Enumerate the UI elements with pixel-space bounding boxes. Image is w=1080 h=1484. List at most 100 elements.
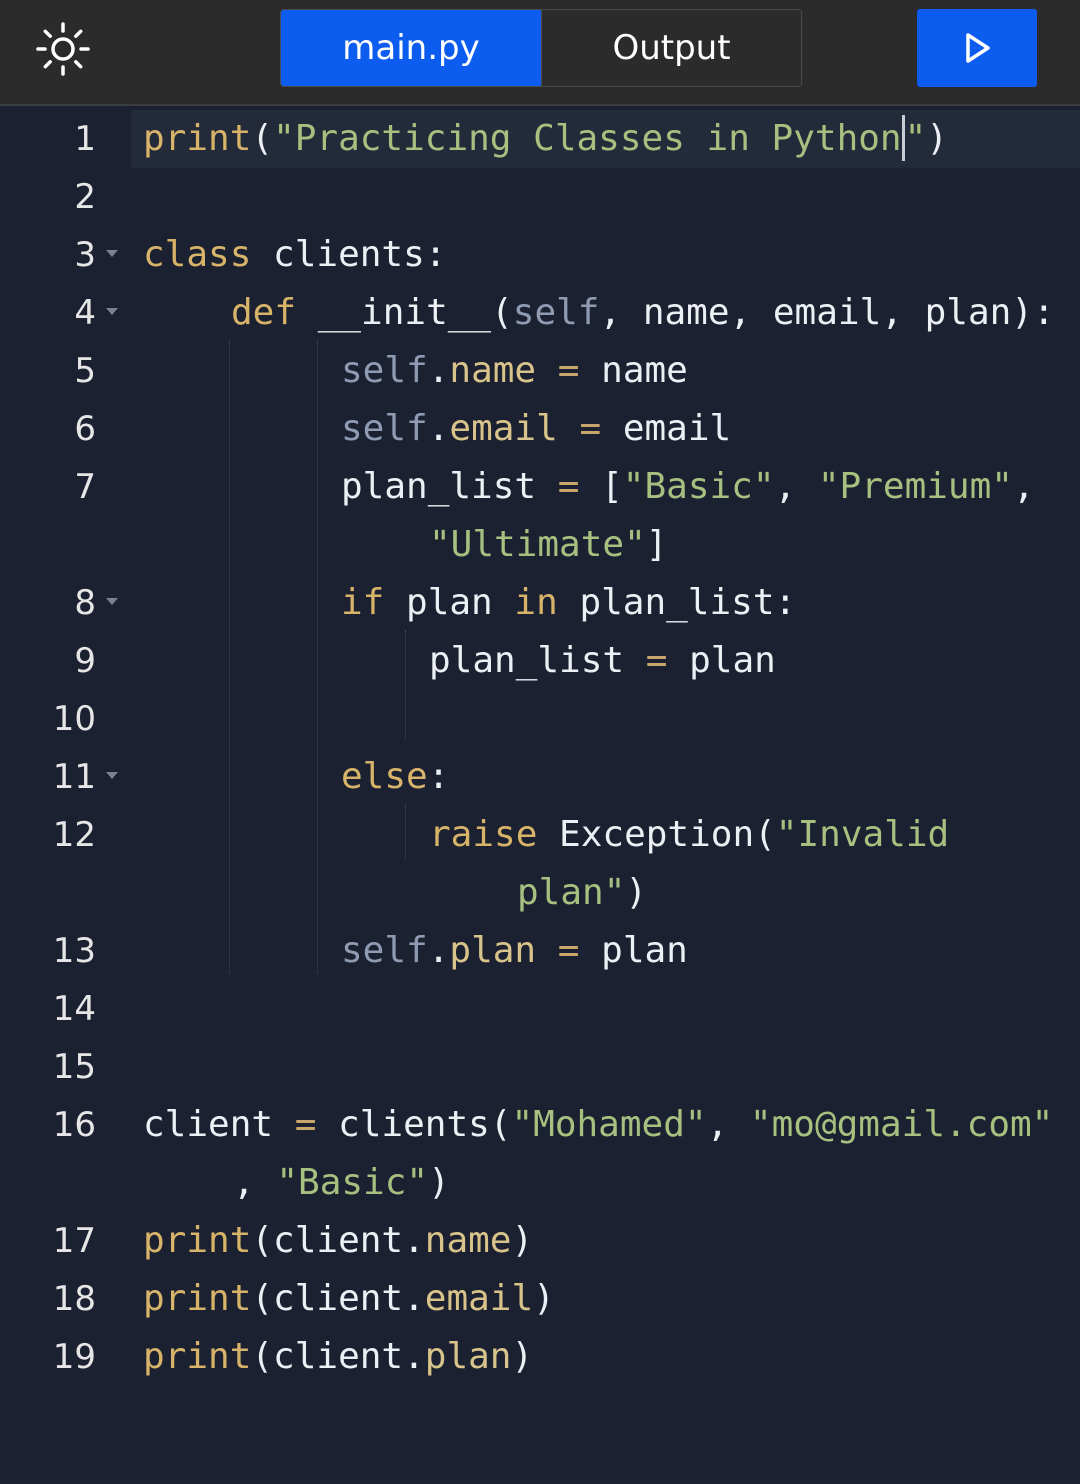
- code-text: print(client.plan): [143, 1328, 533, 1386]
- code-text: print("Practicing Classes in Python"): [143, 110, 948, 168]
- code-line[interactable]: 13 self.plan = plan: [0, 922, 1080, 980]
- code-token: ): [533, 1278, 555, 1319]
- code-line[interactable]: , "Basic"): [0, 1154, 1080, 1212]
- code-token: self: [341, 930, 428, 971]
- code-token: .: [427, 350, 450, 391]
- code-line[interactable]: 15: [0, 1038, 1080, 1096]
- code-token: =: [294, 1104, 317, 1145]
- code-token: email: [601, 408, 732, 449]
- code-line[interactable]: 7 plan_list = ["Basic", "Premium",: [0, 458, 1080, 516]
- fold-arrow-icon[interactable]: [106, 308, 118, 315]
- code-token: .: [427, 408, 450, 449]
- code-line[interactable]: 6 self.email = email: [0, 400, 1080, 458]
- line-number: 19: [52, 1337, 96, 1377]
- code-text: "Ultimate"]: [429, 516, 667, 574]
- code-token: ): [511, 1336, 534, 1377]
- code-token: "Basic": [622, 466, 775, 507]
- line-number: 15: [52, 1047, 96, 1087]
- code-line[interactable]: 18 print(client.email): [0, 1270, 1080, 1328]
- code-token: self: [512, 292, 600, 333]
- line-number: [0, 864, 96, 922]
- code-editor[interactable]: 1 print("Practicing Classes in Python") 2 3…: [0, 108, 1080, 1484]
- code-token: __init__(: [296, 292, 513, 333]
- code-line[interactable]: 8 if plan in plan_list:: [0, 574, 1080, 632]
- code-token: email: [424, 1278, 534, 1319]
- code-line[interactable]: 16 client = clients("Mohamed", "mo@gmail.…: [0, 1096, 1080, 1154]
- code-line[interactable]: plan"): [0, 864, 1080, 922]
- code-token: clients(: [316, 1104, 512, 1145]
- code-token: if: [341, 582, 385, 623]
- line-number: 16: [52, 1105, 96, 1145]
- code-token: email: [449, 408, 558, 449]
- code-line[interactable]: 12 raise Exception("Invalid: [0, 806, 1080, 864]
- play-icon: [966, 33, 990, 63]
- code-token: "Premium": [817, 466, 1013, 507]
- code-token: [: [579, 466, 623, 507]
- tab-main-py[interactable]: main.py: [281, 10, 541, 86]
- code-token: ): [511, 1220, 534, 1261]
- code-line[interactable]: 1 print("Practicing Classes in Python"): [0, 110, 1080, 168]
- theme-toggle-button[interactable]: [30, 18, 96, 80]
- code-token: plan_list: [429, 640, 646, 681]
- code-token: "Mohamed": [511, 1104, 707, 1145]
- code-line[interactable]: 10: [0, 690, 1080, 748]
- code-text: self.plan = plan: [341, 922, 688, 980]
- code-token: class: [143, 234, 252, 275]
- code-token: "Practicing Classes in Python: [273, 118, 902, 159]
- code-line[interactable]: 17 print(client.name): [0, 1212, 1080, 1270]
- code-token: print: [143, 1278, 252, 1319]
- code-text: class clients:: [143, 226, 446, 284]
- code-token: plan: [384, 582, 515, 623]
- code-token: client: [143, 1104, 295, 1145]
- code-token: self: [341, 350, 428, 391]
- fold-arrow-icon[interactable]: [106, 250, 118, 257]
- code-text: raise Exception("Invalid: [429, 806, 949, 864]
- code-token: plan: [424, 1336, 512, 1377]
- toolbar: main.py Output: [0, 0, 1080, 106]
- code-token: plan_list: [341, 466, 558, 507]
- code-token: (client.: [251, 1336, 425, 1377]
- code-token: ,: [233, 1162, 277, 1203]
- code-line[interactable]: 11 else:: [0, 748, 1080, 806]
- code-line[interactable]: 5 self.name = name: [0, 342, 1080, 400]
- code-line[interactable]: 9 plan_list = plan: [0, 632, 1080, 690]
- code-token: , name, email, plan):: [599, 292, 1055, 333]
- code-text: self.name = name: [341, 342, 688, 400]
- code-token: ": [904, 118, 927, 159]
- code-line[interactable]: 3 class clients:: [0, 226, 1080, 284]
- code-token: .: [427, 930, 450, 971]
- code-text: print(client.email): [143, 1270, 555, 1328]
- code-token: def: [231, 292, 297, 333]
- code-text: self.email = email: [341, 400, 731, 458]
- code-token: ): [428, 1162, 450, 1203]
- code-token: self: [341, 408, 428, 449]
- code-line[interactable]: 19 print(client.plan): [0, 1328, 1080, 1386]
- code-line[interactable]: 14: [0, 980, 1080, 1038]
- code-token: raise: [429, 814, 538, 855]
- file-tabs: main.py Output: [280, 9, 802, 87]
- fold-arrow-icon[interactable]: [106, 598, 118, 605]
- line-number: 5: [74, 351, 96, 391]
- tab-output[interactable]: Output: [541, 10, 801, 86]
- code-token: (: [251, 118, 274, 159]
- fold-arrow-icon[interactable]: [106, 772, 118, 779]
- line-number: 12: [52, 815, 96, 855]
- code-token: plan_list:: [557, 582, 797, 623]
- code-token: =: [557, 930, 580, 971]
- code-line[interactable]: 2: [0, 168, 1080, 226]
- code-token: Exception(: [537, 814, 776, 855]
- code-token: =: [557, 350, 580, 391]
- code-text: client = clients("Mohamed", "mo@gmail.co…: [143, 1096, 1053, 1154]
- line-number: 9: [74, 641, 96, 681]
- code-token: =: [645, 640, 668, 681]
- code-line[interactable]: 4 def __init__(self, name, email, plan):: [0, 284, 1080, 342]
- run-button[interactable]: [917, 9, 1037, 87]
- code-token: ]: [645, 524, 668, 565]
- code-text: print(client.name): [143, 1212, 533, 1270]
- code-line[interactable]: "Ultimate"]: [0, 516, 1080, 574]
- code-token: ,: [706, 1104, 750, 1145]
- code-text: plan"): [517, 864, 647, 922]
- line-number: 7: [74, 467, 96, 507]
